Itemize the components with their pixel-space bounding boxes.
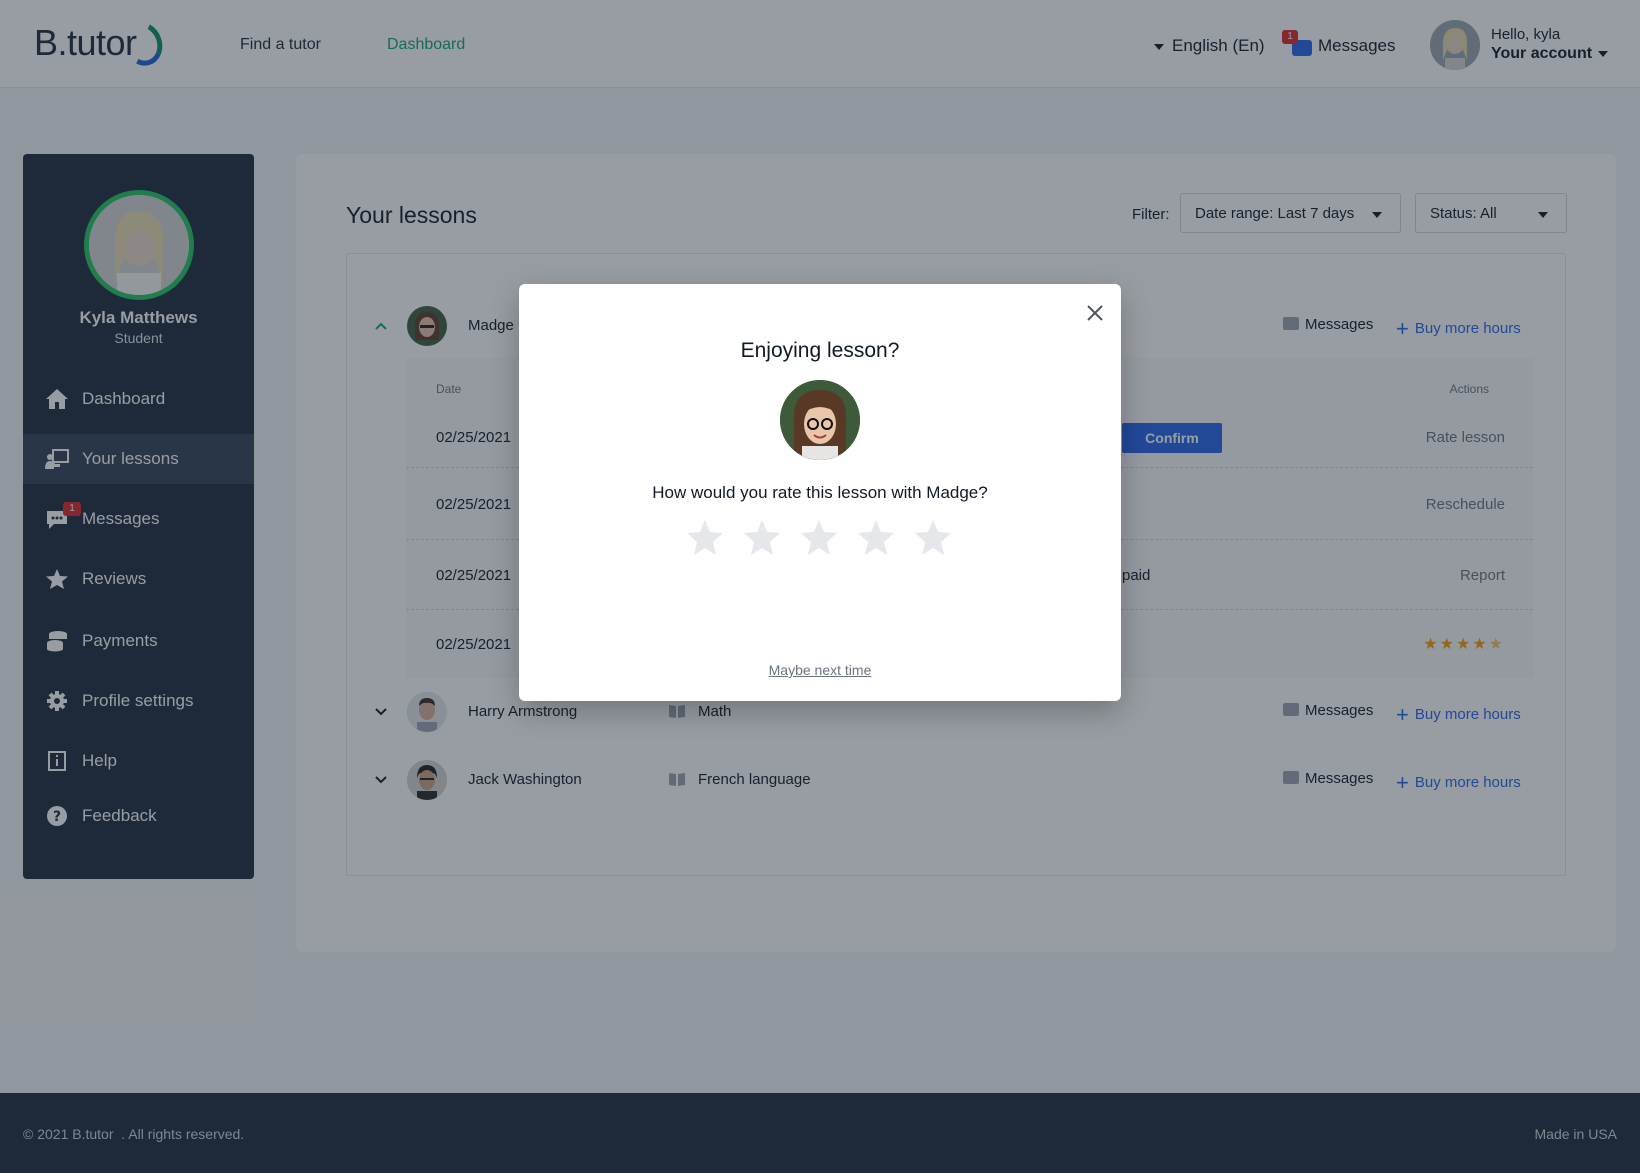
maybe-next-time-link[interactable]: Maybe next time [519, 662, 1121, 678]
star-4-icon[interactable] [856, 518, 896, 558]
star-3-icon[interactable] [799, 518, 839, 558]
modal-title: Enjoying lesson? [740, 339, 900, 362]
star-1-icon[interactable] [685, 518, 725, 558]
rating-question: How would you rate this lesson with Madg… [652, 483, 988, 502]
star-2-icon[interactable] [742, 518, 782, 558]
star-rating[interactable] [685, 518, 955, 560]
close-icon[interactable] [1084, 302, 1106, 324]
star-5-icon[interactable] [913, 518, 953, 558]
rate-lesson-modal: Enjoying lesson? How would you rate this… [519, 284, 1121, 701]
tutor-avatar [780, 380, 860, 460]
